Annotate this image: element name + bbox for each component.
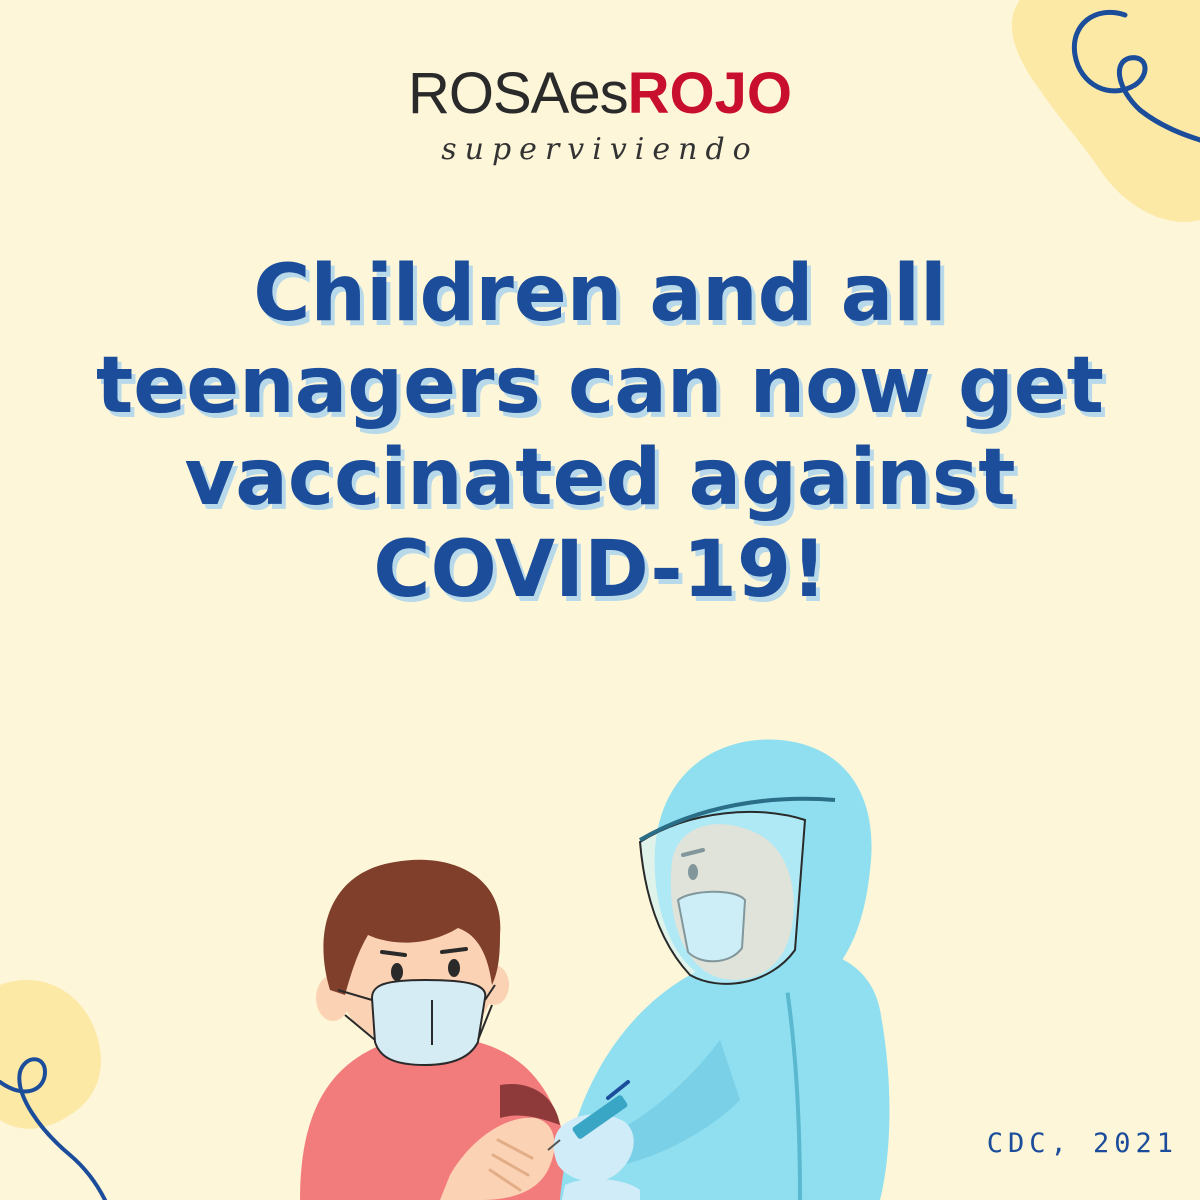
vaccination-illustration bbox=[300, 739, 890, 1200]
child-right-eye bbox=[448, 959, 460, 977]
worker-face-shield bbox=[638, 810, 807, 985]
child-mask bbox=[370, 978, 487, 1067]
citation: CDC, 2021 bbox=[986, 1128, 1178, 1159]
child-left-eye bbox=[391, 963, 403, 981]
poster: ROSAesROJO superviviendo Children and al… bbox=[0, 0, 1200, 1200]
health-worker-figure bbox=[547, 739, 890, 1200]
child-figure bbox=[300, 859, 575, 1200]
